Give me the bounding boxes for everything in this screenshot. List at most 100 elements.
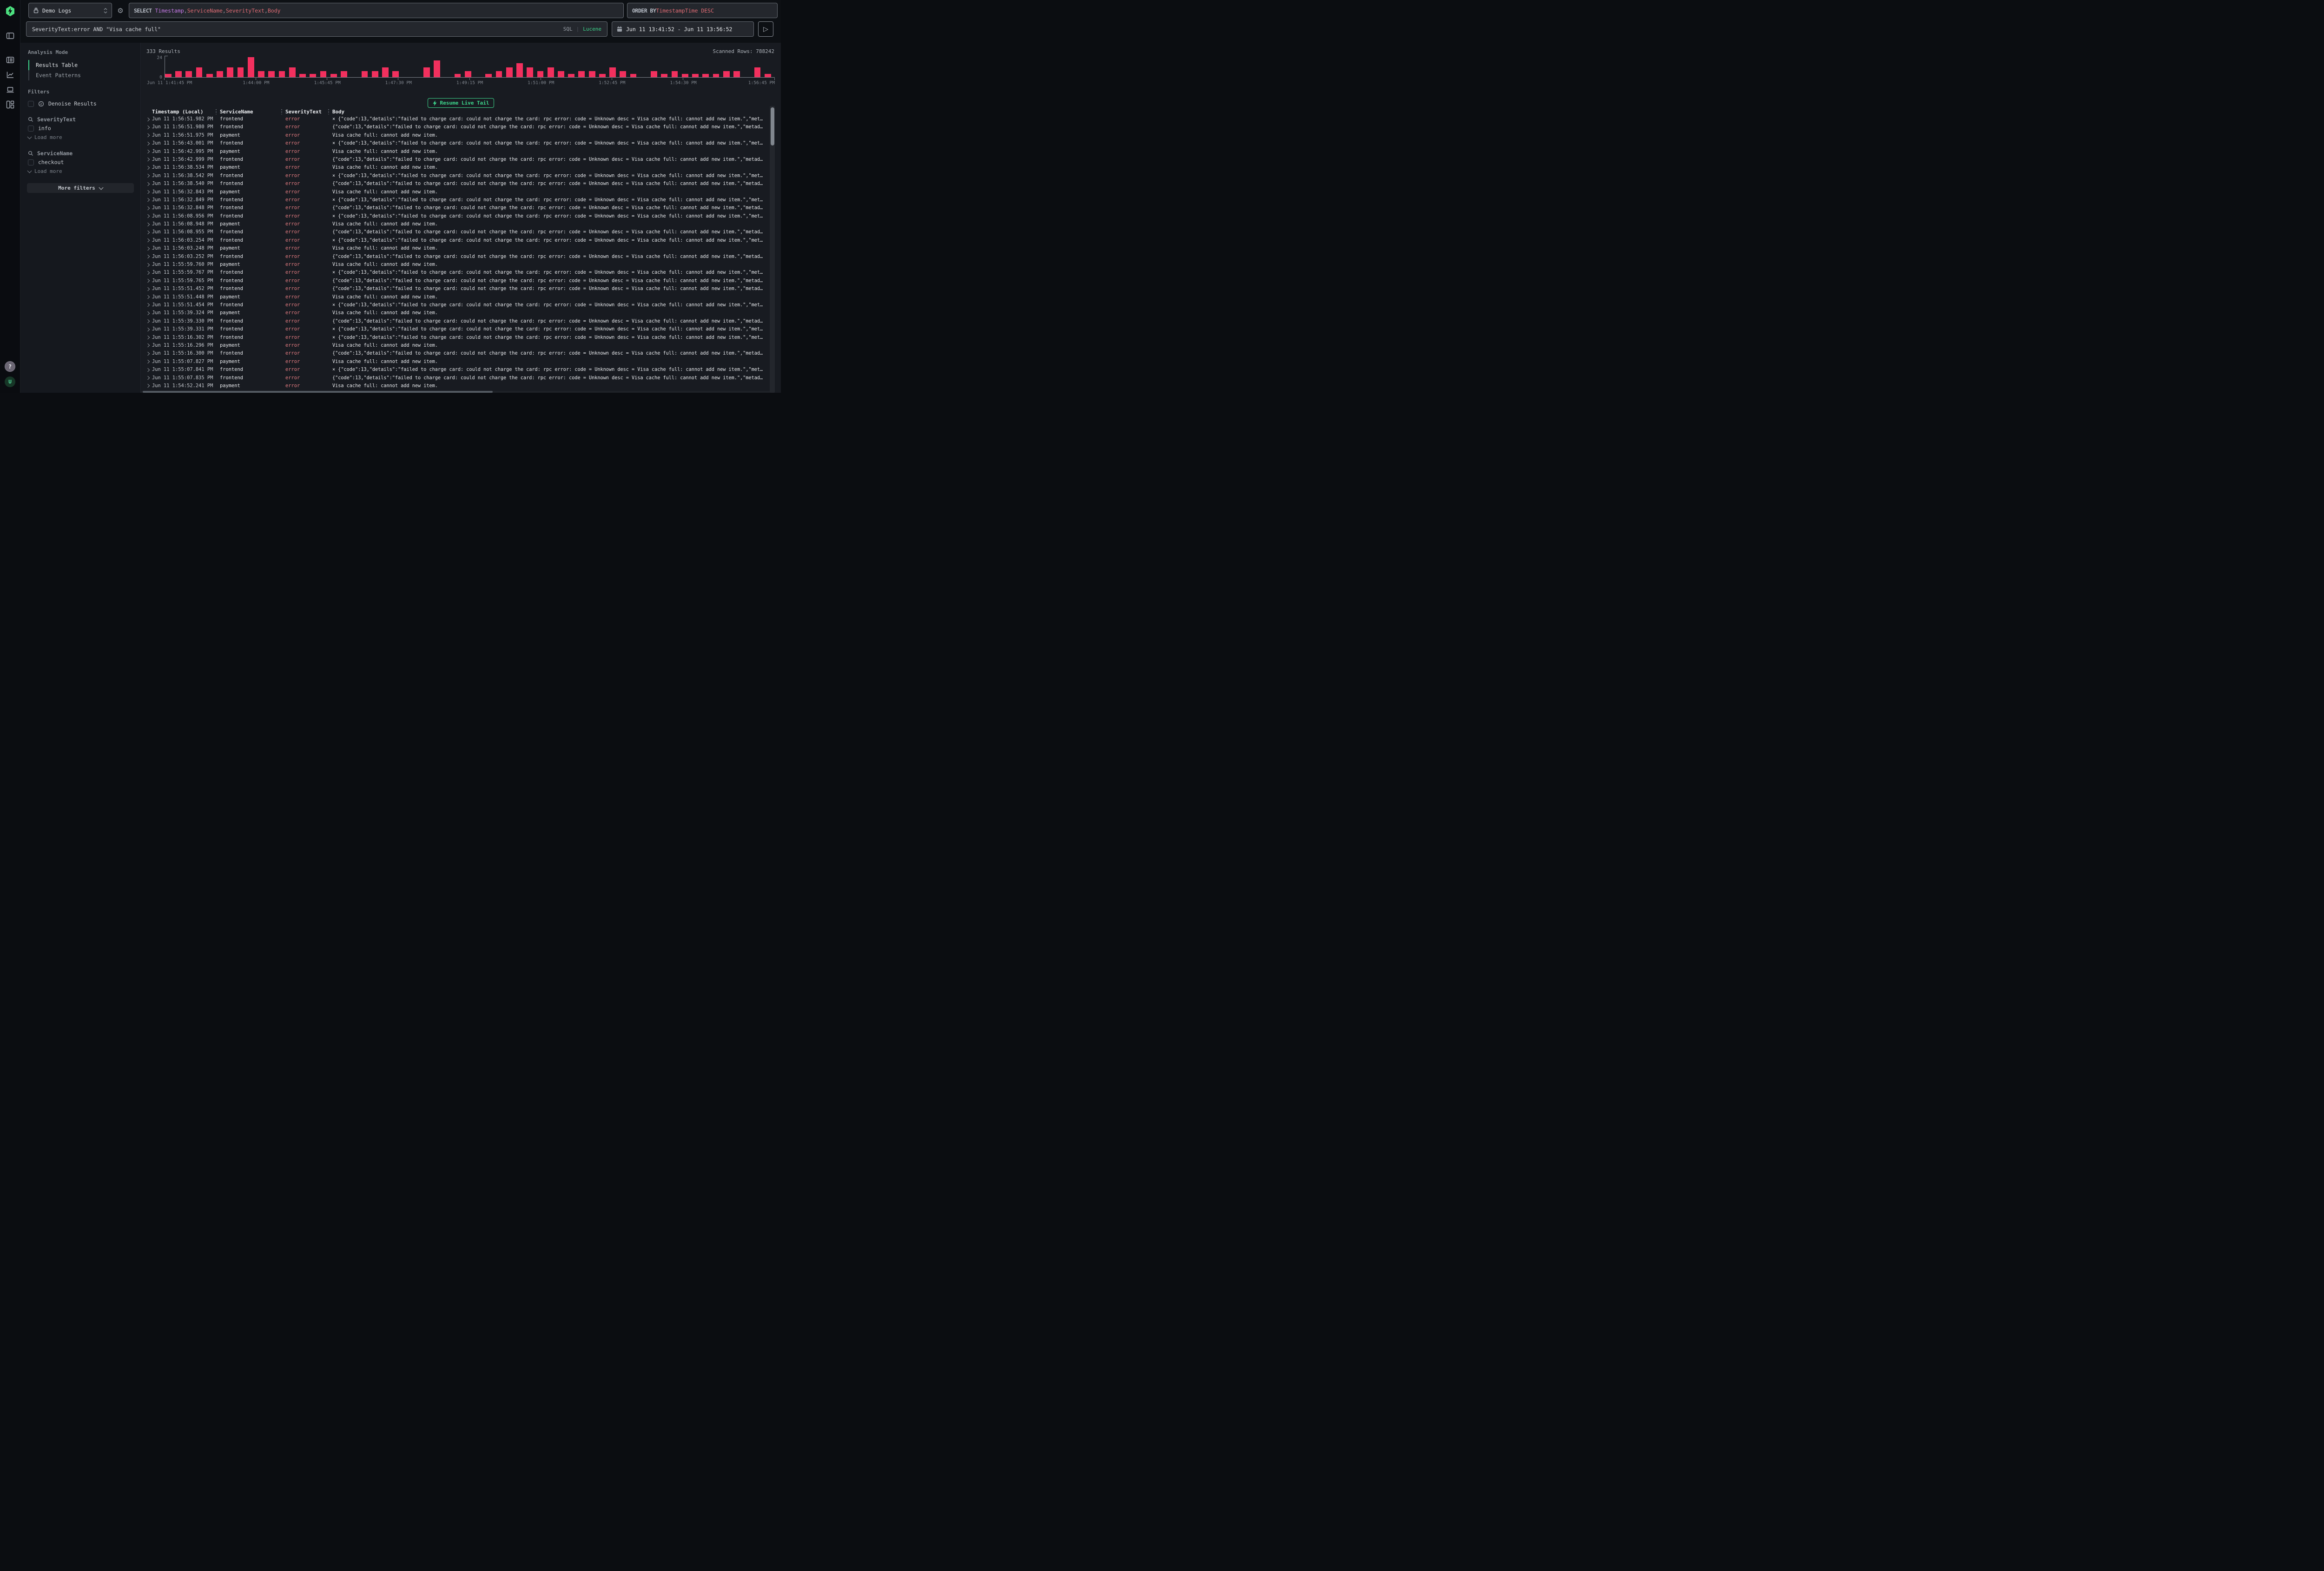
log-row[interactable]: Jun 11 1:55:51.448 PM payment error Visa…: [141, 293, 781, 301]
row-expand-chevron-icon[interactable]: [145, 301, 152, 309]
row-expand-chevron-icon[interactable]: [145, 228, 152, 236]
sidebar-toggle-icon[interactable]: [6, 31, 14, 40]
column-resize-handle[interactable]: [281, 109, 282, 114]
row-expand-chevron-icon[interactable]: [145, 148, 152, 156]
horizontal-scrollbar-thumb[interactable]: [143, 391, 493, 393]
row-expand-chevron-icon[interactable]: [145, 293, 152, 301]
log-row[interactable]: Jun 11 1:56:42.999 PM frontend error {"c…: [141, 156, 781, 164]
row-expand-chevron-icon[interactable]: [145, 285, 152, 293]
row-expand-chevron-icon[interactable]: [145, 220, 152, 228]
row-expand-chevron-icon[interactable]: [145, 269, 152, 277]
log-row[interactable]: Jun 11 1:56:43.001 PM frontend error × {…: [141, 139, 781, 147]
row-expand-chevron-icon[interactable]: [145, 244, 152, 252]
log-row[interactable]: Jun 11 1:56:03.252 PM frontend error {"c…: [141, 253, 781, 261]
log-row[interactable]: Jun 11 1:55:59.765 PM frontend error {"c…: [141, 277, 781, 285]
log-row[interactable]: Jun 11 1:56:03.248 PM payment error Visa…: [141, 244, 781, 252]
log-row[interactable]: Jun 11 1:55:59.767 PM frontend error × {…: [141, 269, 781, 277]
log-row[interactable]: Jun 11 1:56:08.956 PM frontend error × {…: [141, 212, 781, 220]
column-header-body[interactable]: Body: [332, 108, 773, 115]
row-expand-chevron-icon[interactable]: [145, 334, 152, 342]
log-row[interactable]: Jun 11 1:56:42.995 PM payment error Visa…: [141, 148, 781, 156]
row-expand-chevron-icon[interactable]: [145, 325, 152, 333]
row-expand-chevron-icon[interactable]: [145, 212, 152, 220]
vertical-scrollbar[interactable]: [770, 106, 775, 393]
search-query-input[interactable]: SeverityText:error AND "Visa cache full"…: [26, 21, 607, 37]
mode-event-patterns[interactable]: Event Patterns: [28, 70, 140, 80]
help-button[interactable]: ?: [5, 361, 15, 372]
logs-search-icon[interactable]: [6, 55, 14, 64]
mode-results-table[interactable]: Results Table: [28, 60, 140, 70]
resume-live-tail-button[interactable]: Resume Live Tail: [428, 98, 495, 108]
row-expand-chevron-icon[interactable]: [145, 350, 152, 357]
filter-value-checkbox[interactable]: [28, 125, 34, 132]
log-row[interactable]: Jun 11 1:55:51.454 PM frontend error × {…: [141, 301, 781, 309]
row-expand-chevron-icon[interactable]: [145, 342, 152, 350]
row-expand-chevron-icon[interactable]: [145, 139, 152, 147]
row-expand-chevron-icon[interactable]: [145, 204, 152, 212]
denoise-results-toggle[interactable]: Denoise Results: [20, 99, 140, 108]
log-row[interactable]: Jun 11 1:55:16.300 PM frontend error {"c…: [141, 350, 781, 357]
log-row[interactable]: Jun 11 1:55:51.452 PM frontend error {"c…: [141, 285, 781, 293]
row-expand-chevron-icon[interactable]: [145, 115, 152, 123]
log-row[interactable]: Jun 11 1:56:51.982 PM frontend error × {…: [141, 115, 781, 123]
mode-lucene-button[interactable]: Lucene: [583, 26, 601, 32]
more-filters-button[interactable]: More filters: [27, 183, 134, 193]
row-expand-chevron-icon[interactable]: [145, 374, 152, 382]
log-row[interactable]: Jun 11 1:55:39.324 PM payment error Visa…: [141, 309, 781, 317]
select-query-input[interactable]: SELECT Timestamp, ServiceName, SeverityT…: [129, 3, 624, 18]
column-resize-handle[interactable]: [328, 109, 329, 114]
log-row[interactable]: Jun 11 1:56:38.540 PM frontend error {"c…: [141, 180, 781, 188]
log-row[interactable]: Jun 11 1:56:38.534 PM payment error Visa…: [141, 164, 781, 172]
log-row[interactable]: Jun 11 1:55:07.827 PM payment error Visa…: [141, 358, 781, 366]
log-row[interactable]: Jun 11 1:55:39.330 PM frontend error {"c…: [141, 317, 781, 325]
log-row[interactable]: Jun 11 1:55:07.841 PM frontend error × {…: [141, 366, 781, 374]
log-row[interactable]: Jun 11 1:56:32.848 PM frontend error {"c…: [141, 204, 781, 212]
log-row[interactable]: Jun 11 1:56:32.849 PM frontend error × {…: [141, 196, 781, 204]
filter-value-row[interactable]: checkout: [20, 158, 140, 167]
load-more-button[interactable]: Load more: [20, 133, 140, 142]
row-expand-chevron-icon[interactable]: [145, 261, 152, 269]
dashboards-icon[interactable]: [6, 100, 14, 109]
load-more-button[interactable]: Load more: [20, 167, 140, 176]
log-row[interactable]: Jun 11 1:55:16.302 PM frontend error × {…: [141, 334, 781, 342]
row-expand-chevron-icon[interactable]: [145, 382, 152, 390]
row-expand-chevron-icon[interactable]: [145, 180, 152, 188]
log-row[interactable]: Jun 11 1:56:51.980 PM frontend error {"c…: [141, 123, 781, 131]
log-row[interactable]: Jun 11 1:56:38.542 PM frontend error × {…: [141, 172, 781, 180]
row-expand-chevron-icon[interactable]: [145, 317, 152, 325]
log-row[interactable]: Jun 11 1:56:51.975 PM payment error Visa…: [141, 132, 781, 139]
column-header-servicename[interactable]: ServiceName: [220, 108, 285, 115]
order-by-input[interactable]: ORDER BY TimestampTime DESC: [627, 3, 778, 18]
log-row[interactable]: Jun 11 1:56:32.843 PM payment error Visa…: [141, 188, 781, 196]
column-header-timestamp[interactable]: Timestamp (Local): [152, 108, 220, 115]
gear-icon[interactable]: ⚙: [115, 7, 125, 15]
sessions-laptop-icon[interactable]: [6, 85, 14, 94]
log-row[interactable]: Jun 11 1:56:03.254 PM frontend error × {…: [141, 237, 781, 244]
column-resize-handle[interactable]: [216, 109, 217, 114]
row-expand-chevron-icon[interactable]: [145, 237, 152, 244]
row-expand-chevron-icon[interactable]: [145, 132, 152, 139]
row-expand-chevron-icon[interactable]: [145, 253, 152, 261]
row-expand-chevron-icon[interactable]: [145, 196, 152, 204]
source-select[interactable]: Demo Logs: [28, 3, 112, 18]
row-expand-chevron-icon[interactable]: [145, 358, 152, 366]
row-expand-chevron-icon[interactable]: [145, 366, 152, 374]
mode-sql-button[interactable]: SQL: [563, 26, 573, 32]
filter-value-row[interactable]: info: [20, 124, 140, 133]
log-row[interactable]: Jun 11 1:56:08.948 PM payment error Visa…: [141, 220, 781, 228]
row-expand-chevron-icon[interactable]: [145, 123, 152, 131]
log-row[interactable]: Jun 11 1:55:16.296 PM payment error Visa…: [141, 342, 781, 350]
row-expand-chevron-icon[interactable]: [145, 164, 152, 172]
row-expand-chevron-icon[interactable]: [145, 156, 152, 164]
user-avatar[interactable]: U: [5, 376, 15, 387]
app-logo-icon[interactable]: [6, 6, 15, 16]
filter-value-checkbox[interactable]: [28, 159, 34, 165]
chart-explorer-icon[interactable]: [6, 70, 14, 79]
row-expand-chevron-icon[interactable]: [145, 172, 152, 180]
horizontal-scrollbar[interactable]: [141, 391, 770, 393]
run-query-button[interactable]: ▷: [758, 21, 773, 37]
row-expand-chevron-icon[interactable]: [145, 309, 152, 317]
log-row[interactable]: Jun 11 1:55:59.760 PM payment error Visa…: [141, 261, 781, 269]
log-row[interactable]: Jun 11 1:55:07.835 PM frontend error {"c…: [141, 374, 781, 382]
row-expand-chevron-icon[interactable]: [145, 188, 152, 196]
